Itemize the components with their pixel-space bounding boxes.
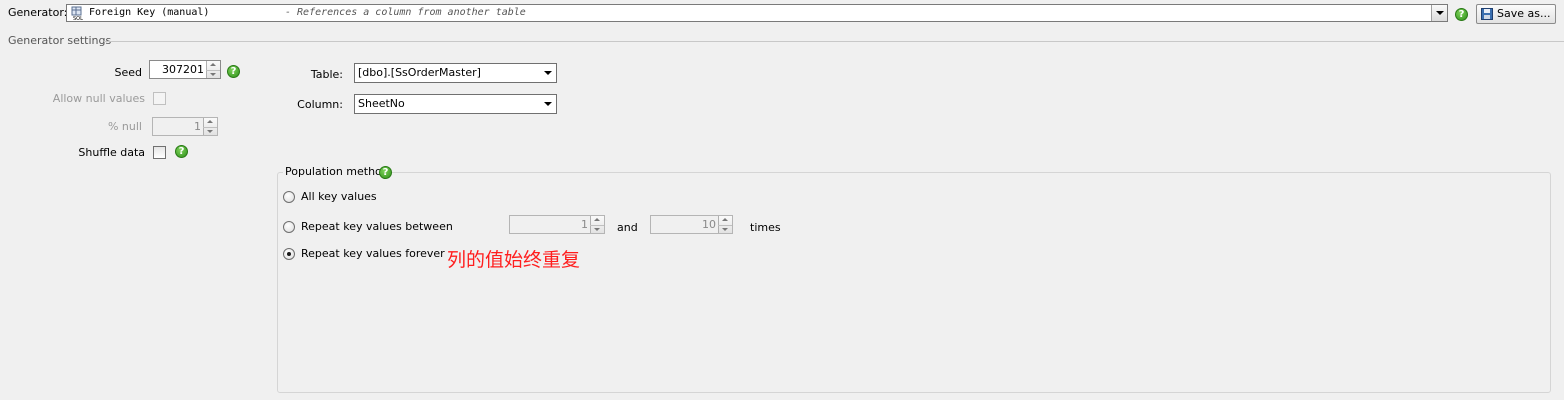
population-help-icon[interactable]: ? <box>379 166 392 179</box>
shuffle-help-icon[interactable]: ? <box>175 145 188 158</box>
svg-text:SQL: SQL <box>73 16 83 20</box>
repeat-forever-label[interactable]: Repeat key values forever <box>301 247 445 261</box>
radio-repeat-forever[interactable] <box>283 248 295 260</box>
table-select[interactable]: [dbo].[SsOrderMaster] <box>354 63 557 83</box>
column-label: Column: <box>297 98 343 111</box>
percent-null-spinner[interactable]: 1 <box>152 117 218 136</box>
generator-settings-title: Generator settings <box>8 34 112 47</box>
chevron-down-icon <box>544 71 552 75</box>
and-label: and <box>617 221 638 234</box>
radio-all-key-values[interactable] <box>283 191 295 203</box>
save-as-label: Save as... <box>1497 7 1551 20</box>
population-method-title: Population method <box>283 165 391 179</box>
seed-spinner[interactable]: 307201 <box>149 60 221 79</box>
sql-table-icon: SQL <box>71 6 83 20</box>
percent-null-value: 1 <box>194 120 201 133</box>
annotation-note: 列的值始终重复 <box>447 249 581 271</box>
floppy-disk-icon <box>1481 8 1493 20</box>
repeat-between-label[interactable]: Repeat key values between <box>301 220 453 234</box>
column-value: SheetNo <box>358 97 405 110</box>
times-label: times <box>750 221 781 234</box>
seed-label: Seed <box>114 66 143 79</box>
radio-repeat-between[interactable] <box>283 221 295 233</box>
shuffle-data-checkbox[interactable] <box>153 146 166 159</box>
save-as-button[interactable]: Save as... <box>1476 4 1556 24</box>
generator-combobox[interactable]: SQL Foreign Key (manual) - References a … <box>66 4 1448 22</box>
generator-name: Foreign Key (manual) <box>89 7 210 18</box>
table-label: Table: <box>310 68 343 81</box>
seed-value: 307201 <box>162 63 204 76</box>
section-divider <box>104 41 1564 42</box>
column-select[interactable]: SheetNo <box>354 94 557 114</box>
percent-null-label: % null <box>107 120 142 133</box>
chevron-down-icon[interactable] <box>1431 5 1447 21</box>
generator-description: - References a column from another table <box>285 7 526 18</box>
generator-label: Generator: <box>8 6 68 19</box>
allow-null-label: Allow null values <box>52 92 145 105</box>
population-method-group <box>277 172 1551 393</box>
shuffle-data-label: Shuffle data <box>78 146 145 159</box>
repeat-min-spinner[interactable]: 1 <box>509 215 605 234</box>
seed-help-icon[interactable]: ? <box>227 65 240 78</box>
allow-null-checkbox[interactable] <box>153 92 166 105</box>
table-value: [dbo].[SsOrderMaster] <box>358 66 481 79</box>
chevron-down-icon <box>544 102 552 106</box>
all-key-values-label[interactable]: All key values <box>301 190 377 204</box>
help-icon[interactable]: ? <box>1455 8 1468 21</box>
repeat-max-value: 10 <box>702 218 716 231</box>
repeat-max-spinner[interactable]: 10 <box>650 215 733 234</box>
repeat-min-value: 1 <box>581 218 588 231</box>
